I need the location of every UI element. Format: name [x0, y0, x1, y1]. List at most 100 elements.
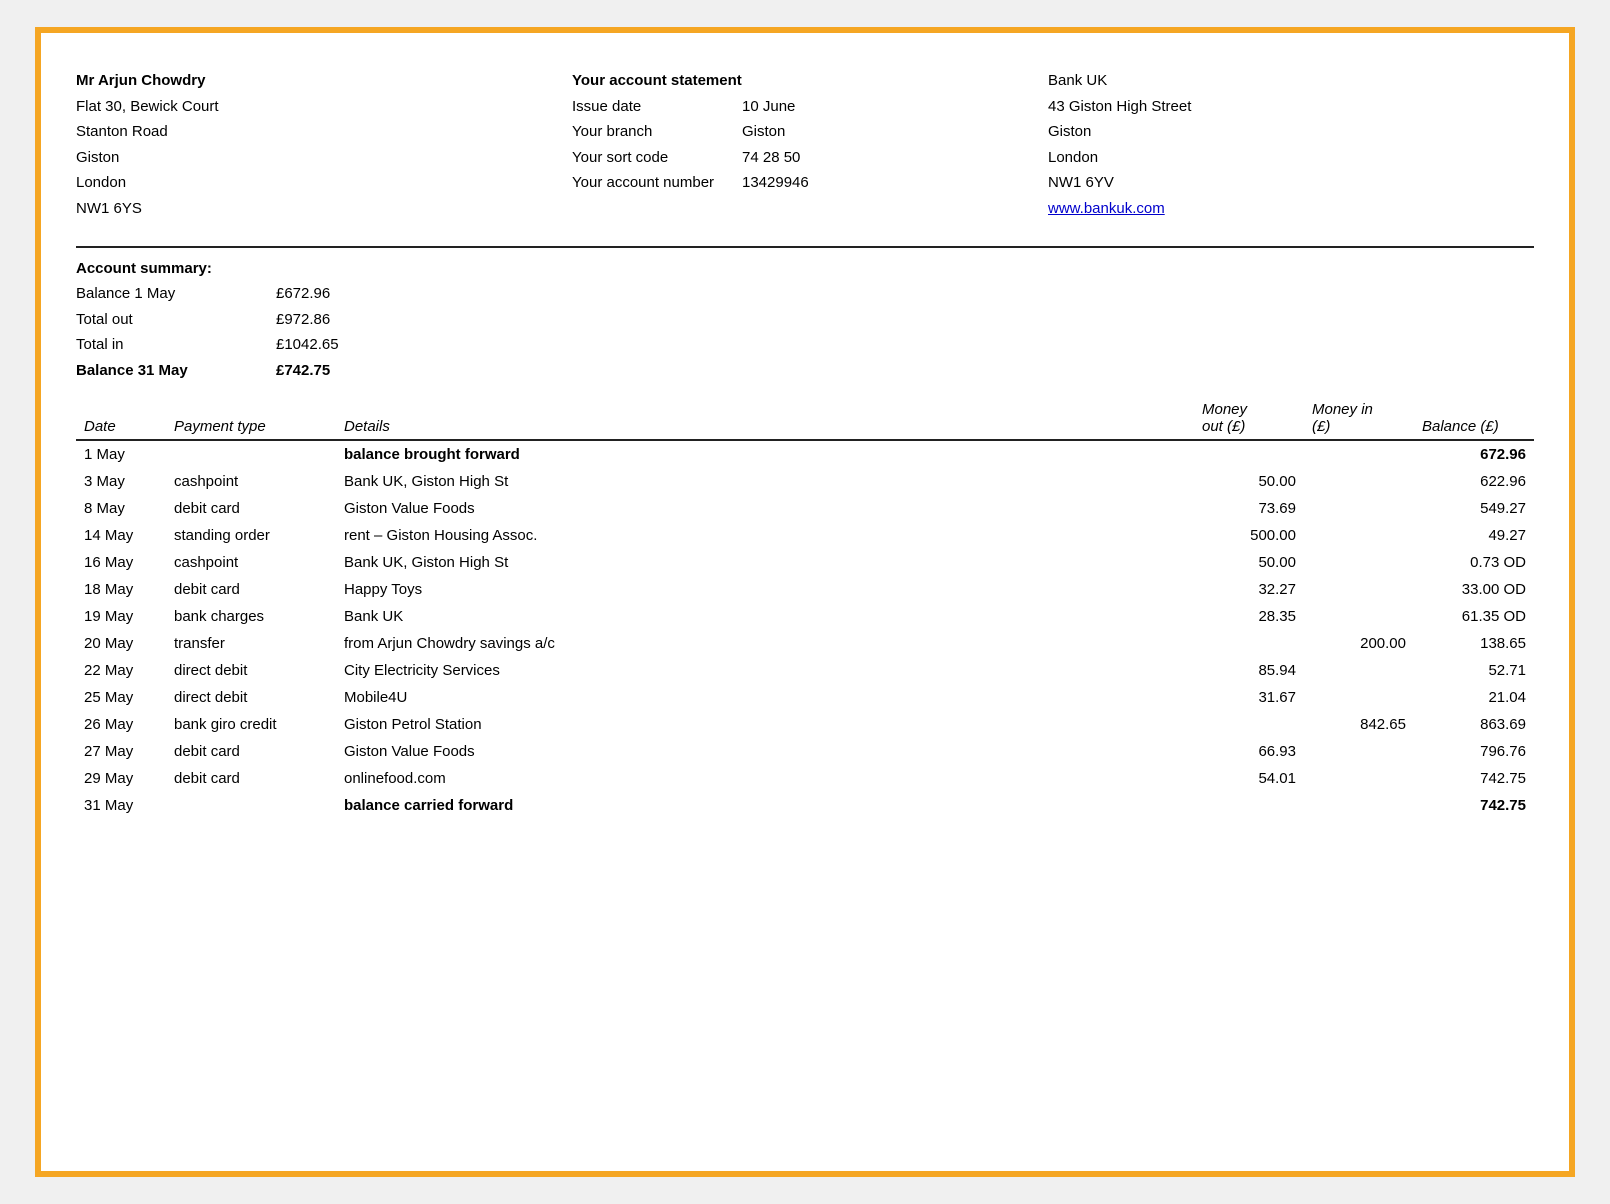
- cell-balance: 49.27: [1414, 522, 1534, 549]
- cell-details: Bank UK, Giston High St: [336, 549, 1194, 576]
- cell-details: balance brought forward: [336, 440, 1194, 468]
- cell-date: 18 May: [76, 576, 166, 603]
- table-row: 22 May direct debit City Electricity Ser…: [76, 657, 1534, 684]
- bank-address2: Giston: [1048, 119, 1534, 145]
- cell-balance: 549.27: [1414, 495, 1534, 522]
- customer-address4: London: [76, 170, 562, 196]
- cell-date: 19 May: [76, 603, 166, 630]
- statement-title: Your account statement: [572, 68, 1048, 94]
- sortcode-label: Your sort code: [572, 145, 722, 171]
- cell-money-in: [1304, 657, 1414, 684]
- sortcode-row: Your sort code 74 28 50: [572, 145, 1048, 171]
- cell-details: onlinefood.com: [336, 765, 1194, 792]
- th-type: Payment type: [166, 395, 336, 440]
- branch-row: Your branch Giston: [572, 119, 1048, 145]
- bank-address4: NW1 6YV: [1048, 170, 1534, 196]
- bank-address: Bank UK 43 Giston High Street Giston Lon…: [1048, 63, 1534, 226]
- cell-date: 3 May: [76, 468, 166, 495]
- table-header-row: Date Payment type Details Moneyout (£) M…: [76, 395, 1534, 440]
- cell-balance: 138.65: [1414, 630, 1534, 657]
- customer-address2: Stanton Road: [76, 119, 562, 145]
- customer-address1: Flat 30, Bewick Court: [76, 94, 562, 120]
- cell-type: direct debit: [166, 684, 336, 711]
- table-row: 27 May debit card Giston Value Foods 66.…: [76, 738, 1534, 765]
- cell-balance: 61.35 OD: [1414, 603, 1534, 630]
- cell-type: debit card: [166, 576, 336, 603]
- cell-date: 29 May: [76, 765, 166, 792]
- customer-address3: Giston: [76, 145, 562, 171]
- table-row: 14 May standing order rent – Giston Hous…: [76, 522, 1534, 549]
- cell-money-in: 200.00: [1304, 630, 1414, 657]
- th-balance: Balance (£): [1414, 395, 1534, 440]
- cell-money-out: [1194, 630, 1304, 657]
- cell-type: bank charges: [166, 603, 336, 630]
- table-row: 16 May cashpoint Bank UK, Giston High St…: [76, 549, 1534, 576]
- cell-details: Giston Value Foods: [336, 738, 1194, 765]
- cell-type: direct debit: [166, 657, 336, 684]
- cell-date: 1 May: [76, 440, 166, 468]
- cell-money-in: [1304, 603, 1414, 630]
- cell-balance: 21.04: [1414, 684, 1534, 711]
- bank-address3: London: [1048, 145, 1534, 171]
- cell-type: cashpoint: [166, 549, 336, 576]
- accnum-value: 13429946: [742, 170, 809, 196]
- issue-date-row: Issue date 10 June: [572, 94, 1048, 120]
- cell-details: balance carried forward: [336, 792, 1194, 819]
- cell-money-out: 50.00: [1194, 549, 1304, 576]
- customer-name: Mr Arjun Chowdry: [76, 68, 562, 94]
- cell-money-in: [1304, 738, 1414, 765]
- header-section: Mr Arjun Chowdry Flat 30, Bewick Court S…: [76, 63, 1534, 226]
- table-row: 26 May bank giro credit Giston Petrol St…: [76, 711, 1534, 738]
- cell-date: 26 May: [76, 711, 166, 738]
- cell-date: 22 May: [76, 657, 166, 684]
- accnum-label: Your account number: [572, 170, 722, 196]
- table-row: 19 May bank charges Bank UK 28.35 61.35 …: [76, 603, 1534, 630]
- cell-details: from Arjun Chowdry savings a/c: [336, 630, 1194, 657]
- cell-money-in: [1304, 684, 1414, 711]
- cell-balance: 742.75: [1414, 765, 1534, 792]
- summary-row-0: Balance 1 May £672.96: [76, 281, 1534, 307]
- branch-value: Giston: [742, 119, 785, 145]
- accnum-row: Your account number 13429946: [572, 170, 1048, 196]
- cell-money-out: 85.94: [1194, 657, 1304, 684]
- cell-type: debit card: [166, 765, 336, 792]
- summary-section: Account summary: Balance 1 May £672.96 T…: [76, 260, 1534, 383]
- cell-date: 31 May: [76, 792, 166, 819]
- cell-balance: 33.00 OD: [1414, 576, 1534, 603]
- summary-value-1: £972.86: [276, 307, 330, 333]
- header-divider: [76, 246, 1534, 248]
- cell-money-out: [1194, 792, 1304, 819]
- summary-label-3: Balance 31 May: [76, 358, 276, 384]
- cell-balance: 863.69: [1414, 711, 1534, 738]
- table-row: 8 May debit card Giston Value Foods 73.6…: [76, 495, 1534, 522]
- cell-money-out: 66.93: [1194, 738, 1304, 765]
- customer-address: Mr Arjun Chowdry Flat 30, Bewick Court S…: [76, 63, 562, 226]
- cell-details: Bank UK: [336, 603, 1194, 630]
- cell-date: 8 May: [76, 495, 166, 522]
- cell-date: 20 May: [76, 630, 166, 657]
- cell-money-in: [1304, 440, 1414, 468]
- cell-money-out: [1194, 711, 1304, 738]
- cell-money-out: 500.00: [1194, 522, 1304, 549]
- cell-money-out: 54.01: [1194, 765, 1304, 792]
- summary-row-1: Total out £972.86: [76, 307, 1534, 333]
- statement-container: Mr Arjun Chowdry Flat 30, Bewick Court S…: [35, 27, 1575, 1177]
- customer-address5: NW1 6YS: [76, 196, 562, 222]
- cell-money-in: 842.65: [1304, 711, 1414, 738]
- table-row: 1 May balance brought forward 672.96: [76, 440, 1534, 468]
- cell-details: Happy Toys: [336, 576, 1194, 603]
- cell-money-in: [1304, 468, 1414, 495]
- summary-value-2: £1042.65: [276, 332, 339, 358]
- cell-balance: 672.96: [1414, 440, 1534, 468]
- statement-details: Your account statement Issue date 10 Jun…: [562, 63, 1048, 226]
- cell-type: debit card: [166, 495, 336, 522]
- table-row: 20 May transfer from Arjun Chowdry savin…: [76, 630, 1534, 657]
- cell-type: transfer: [166, 630, 336, 657]
- table-row: 3 May cashpoint Bank UK, Giston High St …: [76, 468, 1534, 495]
- th-details: Details: [336, 395, 1194, 440]
- cell-details: Giston Value Foods: [336, 495, 1194, 522]
- cell-type: standing order: [166, 522, 336, 549]
- cell-type: [166, 440, 336, 468]
- bank-website[interactable]: www.bankuk.com: [1048, 196, 1534, 222]
- branch-label: Your branch: [572, 119, 722, 145]
